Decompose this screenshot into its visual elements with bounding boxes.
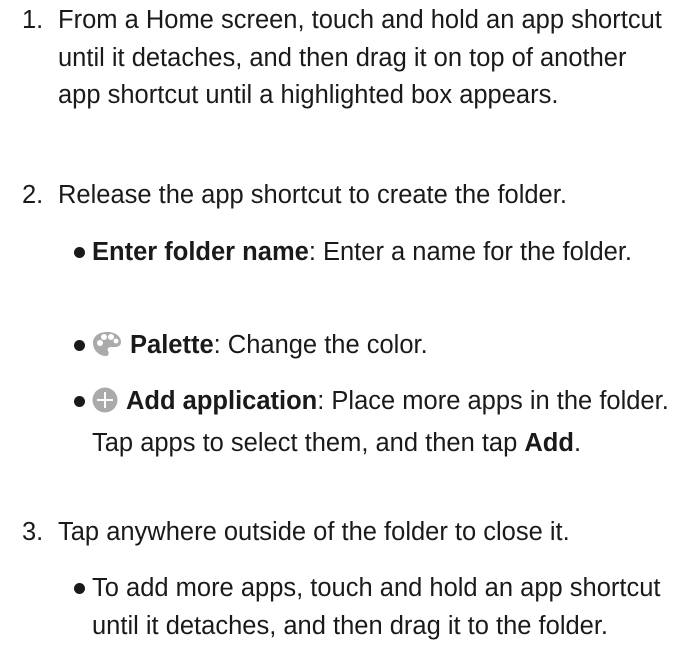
- bullet-label: Add application: [126, 387, 318, 415]
- step-number: 1.: [22, 6, 44, 34]
- instructions-page: 1. From a Home screen, touch and hold an…: [0, 0, 695, 656]
- add-circle-icon: [92, 387, 118, 425]
- step-number: 3.: [22, 518, 44, 546]
- bullet-dot: [74, 583, 85, 594]
- bullet-dot: [74, 340, 85, 351]
- bullet-dot: [74, 247, 85, 258]
- step-text: From a Home screen, touch and hold an ap…: [58, 6, 662, 109]
- bullet-label: Palette: [130, 331, 214, 359]
- bullet-text: To add more apps, touch and hold an app …: [92, 574, 661, 640]
- bullet-text: : Enter a name for the folder.: [308, 238, 632, 266]
- bullet-dot: [74, 396, 85, 407]
- bullet-label: Enter folder name: [92, 238, 309, 266]
- add-label: Add: [524, 428, 574, 457]
- bullet-text: : Change the color.: [213, 331, 428, 359]
- bullet-text-end: .: [573, 428, 582, 457]
- step-text: Release the app shortcut to create the f…: [58, 181, 567, 209]
- step-number: 2.: [22, 181, 44, 209]
- step-text: Tap anywhere outside of the folder to cl…: [58, 518, 570, 546]
- palette-icon: [92, 331, 122, 369]
